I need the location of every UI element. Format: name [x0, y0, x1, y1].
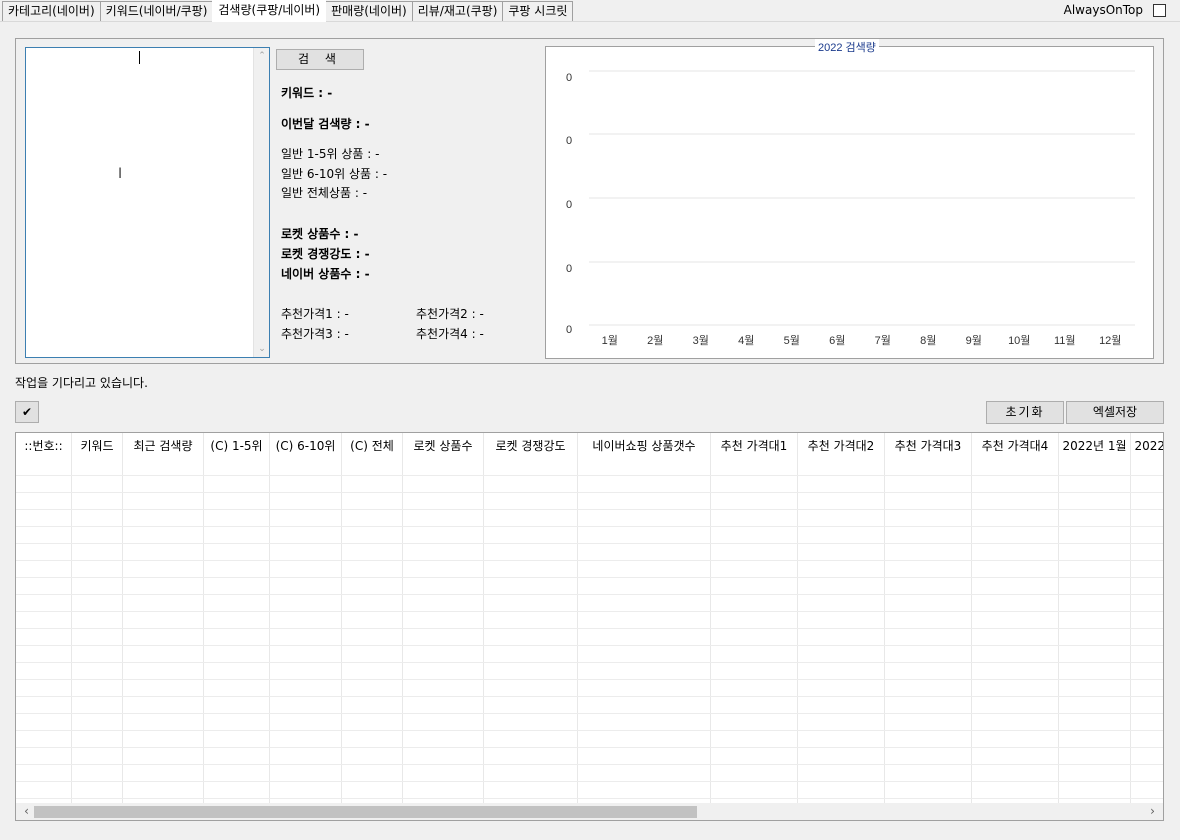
excel-save-button[interactable]: 엑셀저장	[1066, 401, 1164, 424]
reset-button[interactable]: 초기화	[986, 401, 1064, 424]
grid-row-line	[16, 492, 1163, 493]
grid-row-line	[16, 594, 1163, 595]
y-tick-label: 0	[566, 263, 572, 275]
keyword-label: 키워드 : -	[281, 86, 333, 100]
price2-label: 추천가격2 : -	[416, 307, 484, 321]
grid-row-line	[16, 764, 1163, 765]
x-tick-label: 10월	[1008, 334, 1030, 347]
column-header[interactable]: 추천 가격대1	[711, 433, 797, 459]
scroll-left-icon[interactable]: ‹	[18, 803, 35, 820]
column-header[interactable]: ::번호::	[16, 433, 71, 459]
grid-row-line	[16, 679, 1163, 680]
search-volume-chart: 0 0 0 0 0 1월 2월 3월 4월 5월 6월 7월 8월 9월 10월 11월 12월	[566, 70, 1135, 347]
general-1-5-label: 일반 1-5위 상품 : -	[281, 147, 380, 161]
grid-body: ::번호:: 키워드 최근 검색량 (C) 1-5위 (C) 6-10위 (C) 전체 로켓…	[16, 433, 1163, 803]
always-on-top[interactable]: AlwaysOnTop	[1064, 3, 1166, 17]
column-header[interactable]: 추천 가격대2	[798, 433, 884, 459]
tab-coupang-secret[interactable]: 쿠팡 시크릿	[502, 1, 574, 21]
column-header[interactable]: 추천 가격대4	[972, 433, 1058, 459]
x-tick-label: 8월	[920, 334, 936, 347]
x-tick-label: 6월	[829, 334, 845, 347]
x-tick-label: 3월	[693, 334, 709, 347]
chart-title: 2022 검색량	[815, 39, 879, 55]
x-tick-label: 12월	[1099, 334, 1121, 347]
column-header[interactable]: 키워드	[72, 433, 122, 459]
y-tick-label: 0	[566, 324, 572, 336]
tab-search-volume[interactable]: 검색량(쿠팡/네이버)	[212, 0, 327, 22]
rocket-count-label: 로켓 상품수 : -	[281, 227, 359, 241]
scroll-down-icon[interactable]: ⌄	[254, 341, 270, 357]
y-tick-label: 0	[566, 72, 572, 84]
column-header[interactable]: 로켓 상품수	[403, 433, 483, 459]
column-header[interactable]: 2022년 2월	[1131, 433, 1163, 459]
grid-row-line	[16, 526, 1163, 527]
x-tick-label: 9월	[966, 334, 982, 347]
y-tick-label: 0	[566, 135, 572, 147]
general-6-10-label: 일반 6-10위 상품 : -	[281, 167, 388, 181]
text-cursor-icon: I	[118, 166, 123, 182]
grid-row-line	[16, 781, 1163, 782]
column-header[interactable]: 최근 검색량	[123, 433, 203, 459]
x-tick-label: 1월	[602, 334, 618, 347]
price4-label: 추천가격4 : -	[416, 327, 484, 341]
x-tick-label: 2월	[647, 334, 663, 347]
x-tick-label: 5월	[784, 334, 800, 347]
search-button[interactable]: 검 색	[276, 49, 364, 70]
rocket-competition-label: 로켓 경쟁강도 : -	[281, 247, 370, 261]
grid-row-line	[16, 543, 1163, 544]
tab-keyword-naver-coupang[interactable]: 키워드(네이버/쿠팡)	[99, 1, 214, 21]
month-search-label: 이번달 검색량 : -	[281, 117, 370, 131]
grid-row-line	[16, 696, 1163, 697]
tab-review-stock-coupang[interactable]: 리뷰/재고(쿠팡)	[411, 1, 504, 21]
always-on-top-checkbox[interactable]	[1153, 3, 1166, 17]
column-header[interactable]: 추천 가격대3	[885, 433, 971, 459]
tab-sales-naver[interactable]: 판매량(네이버)	[325, 1, 413, 21]
grid-row-line	[16, 645, 1163, 646]
grid-row-line	[16, 611, 1163, 612]
results-grid[interactable]: ::번호:: 키워드 최근 검색량 (C) 1-5위 (C) 6-10위 (C) 전체 로켓…	[15, 432, 1164, 821]
scroll-right-icon[interactable]: ›	[1144, 803, 1161, 820]
x-tick-label: 4월	[738, 334, 754, 347]
grid-row-line	[16, 560, 1163, 561]
tab-category-naver[interactable]: 카테고리(네이버)	[2, 1, 101, 21]
grid-row-line	[16, 577, 1163, 578]
grid-row-line	[16, 713, 1163, 714]
keyword-input-scrollbar[interactable]: ⌃ ⌄	[253, 48, 269, 357]
column-header[interactable]: (C) 6-10위	[270, 433, 341, 459]
price1-label: 추천가격1 : -	[281, 307, 349, 321]
grid-row-line	[16, 509, 1163, 510]
column-header[interactable]: (C) 1-5위	[204, 433, 269, 459]
grid-row-line	[16, 730, 1163, 731]
column-header[interactable]: 2022년 1월	[1059, 433, 1130, 459]
naver-count-label: 네이버 상품수 : -	[281, 267, 370, 281]
grid-horizontal-scrollbar[interactable]: ‹ ›	[16, 803, 1163, 820]
x-tick-label: 11월	[1054, 334, 1076, 347]
grid-row-line	[16, 475, 1163, 476]
scrollbar-thumb[interactable]	[34, 806, 697, 818]
column-header[interactable]: 네이버쇼핑 상품갯수	[578, 433, 710, 459]
y-tick-label: 0	[566, 199, 572, 211]
grid-row-line	[16, 628, 1163, 629]
x-tick-label: 7월	[875, 334, 891, 347]
grid-row-line	[16, 747, 1163, 748]
always-on-top-label: AlwaysOnTop	[1063, 3, 1143, 17]
scroll-up-icon[interactable]: ⌃	[254, 48, 270, 64]
grid-row-line	[16, 662, 1163, 663]
grid-row-line	[16, 798, 1163, 799]
general-all-label: 일반 전체상품 : -	[281, 186, 368, 200]
status-text: 작업을 기다리고 있습니다.	[15, 376, 148, 390]
tab-bar: 카테고리(네이버) 키워드(네이버/쿠팡) 검색량(쿠팡/네이버) 판매량(네이…	[0, 0, 1180, 22]
tabs: 카테고리(네이버) 키워드(네이버/쿠팡) 검색량(쿠팡/네이버) 판매량(네이…	[2, 0, 574, 22]
check-all-button[interactable]: ✔	[15, 401, 39, 423]
column-header[interactable]: (C) 전체	[342, 433, 402, 459]
text-caret	[139, 51, 140, 64]
price3-label: 추천가격3 : -	[281, 327, 349, 341]
keyword-input[interactable]: I ⌃ ⌄	[25, 47, 270, 358]
column-header[interactable]: 로켓 경쟁강도	[484, 433, 577, 459]
